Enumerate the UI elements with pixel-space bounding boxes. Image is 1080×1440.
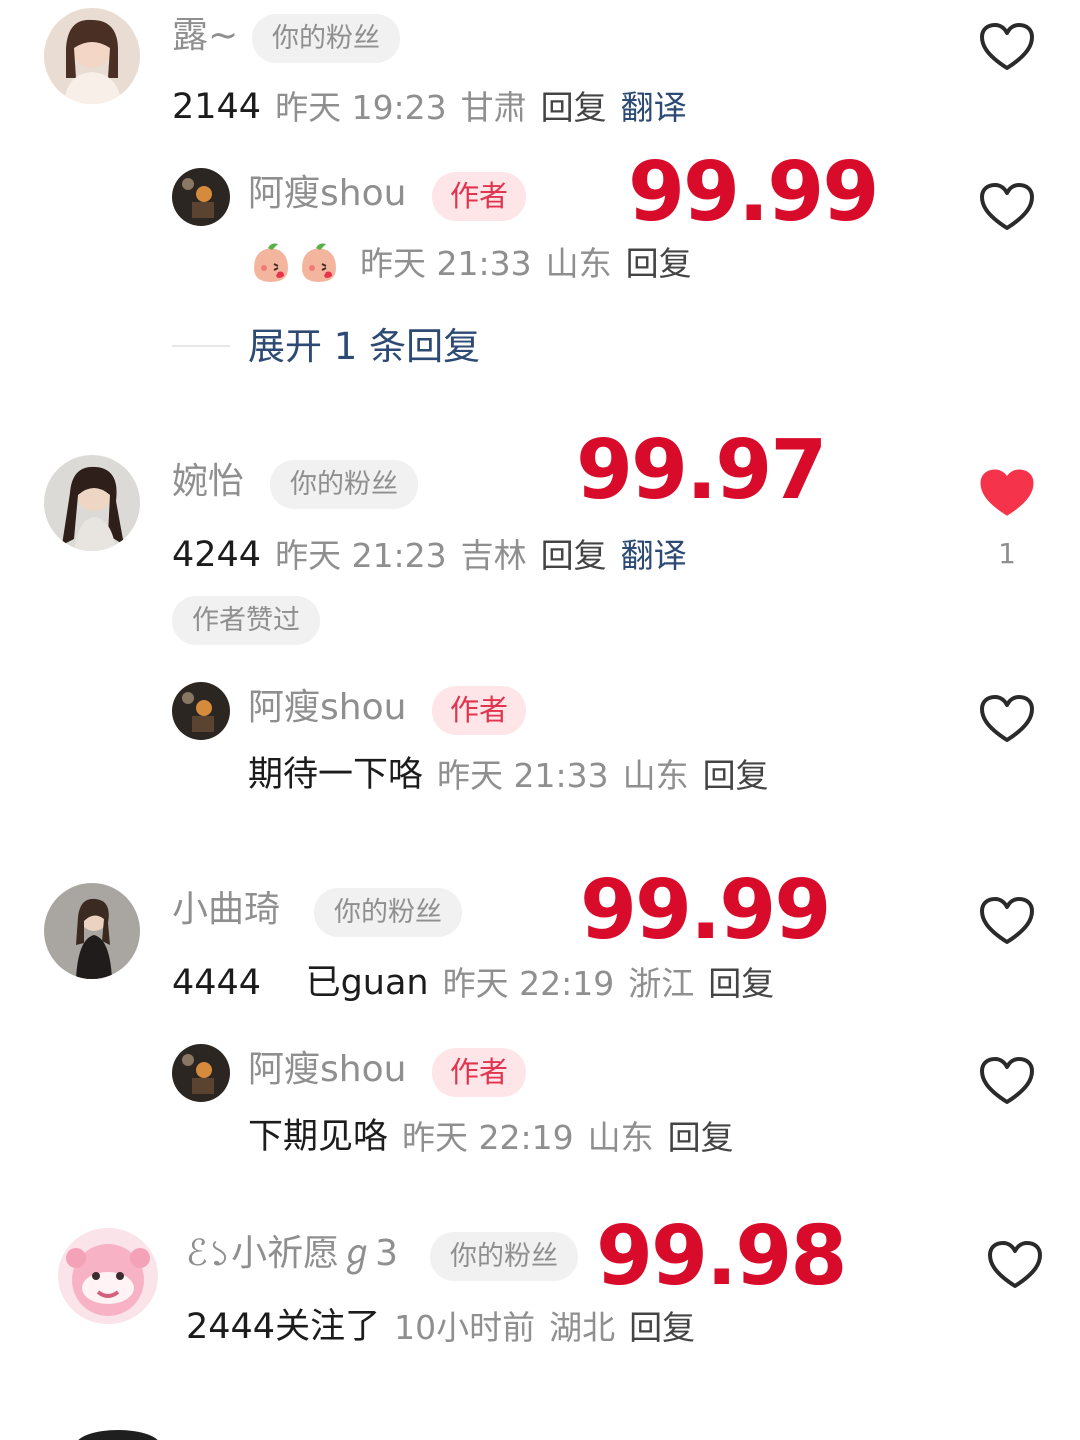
reply-time: 昨天 21:33 — [437, 756, 609, 795]
comment-location: 甘肃 — [460, 88, 527, 127]
comment-line: 2144 昨天 19:23 甘肃 回复 翻译 — [172, 90, 687, 125]
reply-text: 期待一下咯 — [248, 755, 424, 795]
author-name[interactable]: 阿瘦shou — [248, 1052, 406, 1088]
comment-line: 4444 已guan 昨天 22:19 浙江 回复 — [172, 966, 788, 1001]
comment-line: 4244 昨天 21:23 吉林 回复 翻译 — [172, 538, 687, 573]
heart-filled-icon[interactable] — [979, 468, 1035, 518]
comment-location: 湖北 — [549, 1308, 616, 1347]
reply-location: 山东 — [622, 756, 689, 795]
comment-location: 浙江 — [628, 964, 695, 1003]
comment-list: 露~ 你的粉丝 2144 昨天 19:23 甘肃 回复 翻译 阿瘦shou 作者… — [0, 0, 1080, 1440]
comment-text: 2444关注了 — [186, 1307, 381, 1347]
comment-time: 昨天 22:19 — [442, 964, 615, 1003]
reply-time: 昨天 21:33 — [360, 243, 532, 283]
heart-outline-icon[interactable] — [979, 182, 1035, 232]
username[interactable]: 露~ — [172, 18, 238, 54]
author-liked-badge: 作者赞过 — [172, 596, 320, 645]
author-name[interactable]: 阿瘦shou — [248, 690, 406, 726]
username[interactable]: ℰ১小祈愿ℊ3 — [186, 1236, 398, 1272]
fan-badge: 你的粉丝 — [270, 460, 418, 509]
score-overlay: 99.97 — [576, 423, 827, 518]
avatar[interactable] — [58, 1228, 158, 1324]
reply-line: 期待一下咯 昨天 21:33 山东 回复 — [248, 758, 783, 793]
translate-button[interactable]: 翻译 — [621, 91, 687, 124]
comment-text: 4444 已guan — [172, 963, 429, 1003]
comment-location: 吉林 — [460, 536, 527, 575]
avatar[interactable] — [44, 455, 140, 551]
reply-button[interactable]: 回复 — [703, 759, 769, 792]
avatar[interactable] — [44, 883, 140, 979]
username[interactable]: 小曲琦 — [172, 892, 280, 928]
heart-outline-icon[interactable] — [987, 1240, 1043, 1290]
avatar[interactable] — [44, 8, 140, 104]
reply-button[interactable]: 回复 — [629, 1311, 695, 1344]
reply-button[interactable]: 回复 — [708, 967, 774, 1000]
score-overlay: 99.99 — [580, 863, 831, 958]
reply-time: 昨天 22:19 — [402, 1118, 574, 1157]
heart-outline-icon[interactable] — [979, 694, 1035, 744]
fan-badge: 你的粉丝 — [252, 14, 400, 63]
author-badge: 作者 — [432, 172, 527, 221]
comment-time: 10小时前 — [394, 1308, 536, 1347]
heart-outline-icon[interactable] — [979, 22, 1035, 72]
comment-time: 昨天 19:23 — [275, 88, 447, 127]
author-name[interactable]: 阿瘦shou — [248, 176, 406, 212]
comment-time: 昨天 21:23 — [275, 536, 447, 575]
peach-kiss-emoji — [296, 240, 342, 286]
author-avatar[interactable] — [172, 168, 230, 226]
translate-button[interactable]: 翻译 — [621, 539, 687, 572]
reply-button[interactable]: 回复 — [626, 247, 692, 280]
reply-location: 山东 — [545, 243, 612, 283]
like-count: 1 — [998, 537, 1016, 570]
score-overlay: 99.98 — [596, 1209, 847, 1304]
heart-outline-icon[interactable] — [979, 1056, 1035, 1106]
avatar[interactable] — [76, 1430, 160, 1440]
reply-text: 下期见咯 — [248, 1117, 389, 1157]
peach-kiss-emoji — [248, 240, 294, 286]
expand-replies-button[interactable]: 展开 1 条回复 — [248, 328, 480, 365]
fan-badge: 你的粉丝 — [430, 1232, 578, 1281]
expand-divider — [172, 345, 230, 347]
reply-location: 山东 — [587, 1118, 654, 1157]
reply-line: 下期见咯 昨天 22:19 山东 回复 — [248, 1120, 748, 1155]
comment-text: 4244 — [172, 535, 262, 575]
comment-line: 2444关注了 10小时前 湖北 回复 — [186, 1310, 709, 1345]
heart-outline-icon[interactable] — [979, 896, 1035, 946]
author-avatar[interactable] — [172, 1044, 230, 1102]
fan-badge: 你的粉丝 — [314, 888, 462, 937]
username[interactable]: 婉怡 — [172, 464, 244, 500]
author-avatar[interactable] — [172, 682, 230, 740]
author-badge: 作者 — [432, 686, 527, 735]
reply-button[interactable]: 回复 — [668, 1121, 734, 1154]
reply-button[interactable]: 回复 — [541, 539, 607, 572]
score-overlay: 99.99 — [628, 145, 879, 240]
reply-button[interactable]: 回复 — [541, 91, 607, 124]
comment-text: 2144 — [172, 87, 262, 127]
author-badge: 作者 — [432, 1048, 527, 1097]
reply-line: 昨天 21:33 山东 回复 — [248, 240, 706, 286]
